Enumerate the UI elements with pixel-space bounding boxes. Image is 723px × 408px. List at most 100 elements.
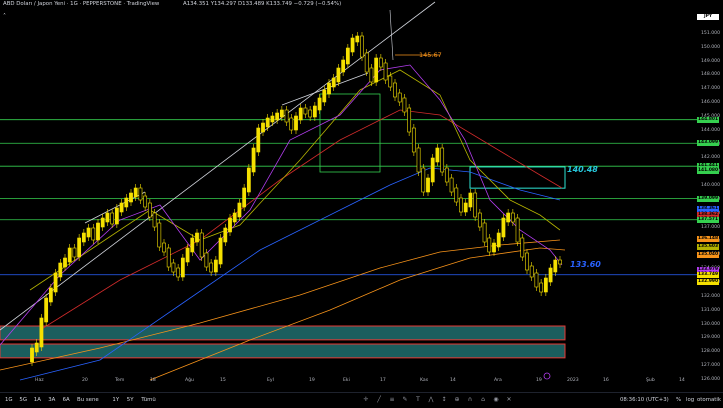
time-tick-label: 14 xyxy=(450,378,456,383)
candle-body xyxy=(105,212,110,223)
price-badge: 139.099 xyxy=(697,195,719,202)
candle-body xyxy=(525,252,529,271)
eye-icon[interactable]: ◉ xyxy=(492,396,500,404)
time-tick-label: 17 xyxy=(380,378,386,383)
candle-body xyxy=(162,242,166,253)
timeframe-button[interactable]: 1A xyxy=(34,397,41,403)
time-tick-label: Eki xyxy=(343,378,350,383)
price-badge: 132.990 xyxy=(697,278,719,285)
price-badge: 135.040 xyxy=(697,251,719,258)
candle-body xyxy=(143,195,148,208)
timeframe-button[interactable]: 3A xyxy=(48,397,55,403)
timeframe-button[interactable]: 5G xyxy=(19,397,27,403)
candle-body xyxy=(331,77,336,88)
zoom-icon[interactable]: ⊕ xyxy=(453,396,461,404)
price-tick-label: 140.000 xyxy=(701,183,720,189)
candle-body xyxy=(444,167,449,183)
candle-body xyxy=(496,232,501,248)
log-toggle[interactable]: log xyxy=(686,397,694,403)
magnet-icon[interactable]: ∩ xyxy=(466,396,474,404)
trash-icon[interactable]: ✕ xyxy=(505,396,513,404)
price-badge: 133.749 xyxy=(697,271,719,278)
timeframe-button[interactable]: 6A xyxy=(63,397,70,403)
candle-body xyxy=(279,109,284,118)
candle-body xyxy=(124,197,129,208)
candle-body xyxy=(322,89,327,103)
candle-body xyxy=(378,57,383,68)
candle-body xyxy=(421,167,426,193)
candle-body xyxy=(430,157,435,183)
candle-body xyxy=(364,52,369,73)
price-badge: 144.801 xyxy=(697,116,719,123)
price-tick-label: 147.000 xyxy=(701,86,720,92)
text-icon[interactable]: T xyxy=(414,396,422,404)
candle-body xyxy=(30,347,34,363)
candle-body xyxy=(265,117,270,128)
timeframe-button[interactable]: 1Y xyxy=(112,397,119,403)
candle-body xyxy=(180,257,185,278)
lock-icon[interactable]: ⌂ xyxy=(479,396,487,404)
price-tick-label: 126.000 xyxy=(701,377,720,382)
candle-body xyxy=(133,187,138,198)
time-tick-label: Kas xyxy=(420,378,429,383)
candle-body xyxy=(171,262,176,273)
time-tick-label: 18 xyxy=(150,378,156,383)
candle-body xyxy=(114,207,119,225)
candle-body xyxy=(294,115,298,131)
candle-body xyxy=(195,232,199,243)
candle-body xyxy=(284,109,289,123)
candle-body xyxy=(58,262,63,278)
candle-body xyxy=(393,82,397,98)
candle-body xyxy=(213,259,218,273)
candle-body xyxy=(345,47,350,65)
price-chart[interactable] xyxy=(0,0,697,392)
time-tick-label: 16 xyxy=(603,378,609,383)
candle-body xyxy=(63,257,67,268)
level-label-133-60: 133.60 xyxy=(570,260,601,269)
trend-line-icon[interactable]: ╱ xyxy=(375,396,383,404)
candle-body xyxy=(548,267,553,283)
candle-body xyxy=(327,82,331,95)
clock[interactable]: 08:36:10 (UTC+3) xyxy=(620,397,669,403)
candle-body xyxy=(237,202,242,218)
candle-body xyxy=(44,297,49,323)
percent-toggle[interactable]: % xyxy=(676,397,681,403)
candle-body xyxy=(223,227,228,243)
price-tick-label: 131.000 xyxy=(701,307,720,313)
price-tick-label: 149.000 xyxy=(701,58,720,64)
candle-body xyxy=(39,317,44,348)
candle-body xyxy=(360,35,364,58)
candle-body xyxy=(308,109,313,118)
candle-body xyxy=(218,237,223,265)
time-tick-label: 2023 xyxy=(567,378,579,383)
price-tick-label: 142.000 xyxy=(701,155,720,161)
candle-body xyxy=(72,247,77,258)
candle-body xyxy=(34,342,39,353)
candle-body xyxy=(138,187,143,201)
candle-body xyxy=(190,237,195,253)
price-tick-label: 132.000 xyxy=(701,293,720,299)
timeframe-button[interactable]: Tümü xyxy=(141,397,156,403)
pointer-icon[interactable]: ✛ xyxy=(362,396,370,404)
candle-body xyxy=(251,147,256,173)
time-tick-label: Ağu xyxy=(185,378,194,383)
candle-body xyxy=(228,217,232,233)
fib-icon[interactable]: ≡ xyxy=(388,396,396,404)
timeframe-button[interactable]: 1G xyxy=(5,397,13,403)
timeframe-button[interactable]: 5Y xyxy=(127,397,134,403)
candle-body xyxy=(100,217,105,228)
brush-icon[interactable]: ✎ xyxy=(401,396,409,404)
price-badge: 143.099 xyxy=(697,140,719,147)
pattern-icon[interactable]: ⋀ xyxy=(427,396,435,404)
candle-body xyxy=(477,212,482,228)
price-tick-label: 144.000 xyxy=(701,127,720,133)
price-axis[interactable]: 151.000 150.000 149.000 148.000 147.000 146.0… xyxy=(697,12,723,386)
auto-toggle[interactable]: otomatik xyxy=(697,397,721,403)
candle-body xyxy=(468,192,473,208)
timeframe-button[interactable]: Bu sene xyxy=(77,397,99,403)
candle-body xyxy=(459,197,463,213)
measure-icon[interactable]: ↕ xyxy=(440,396,448,404)
candle-body xyxy=(317,97,322,111)
price-tick-label: 128.000 xyxy=(701,349,720,355)
candle-body xyxy=(246,167,251,193)
